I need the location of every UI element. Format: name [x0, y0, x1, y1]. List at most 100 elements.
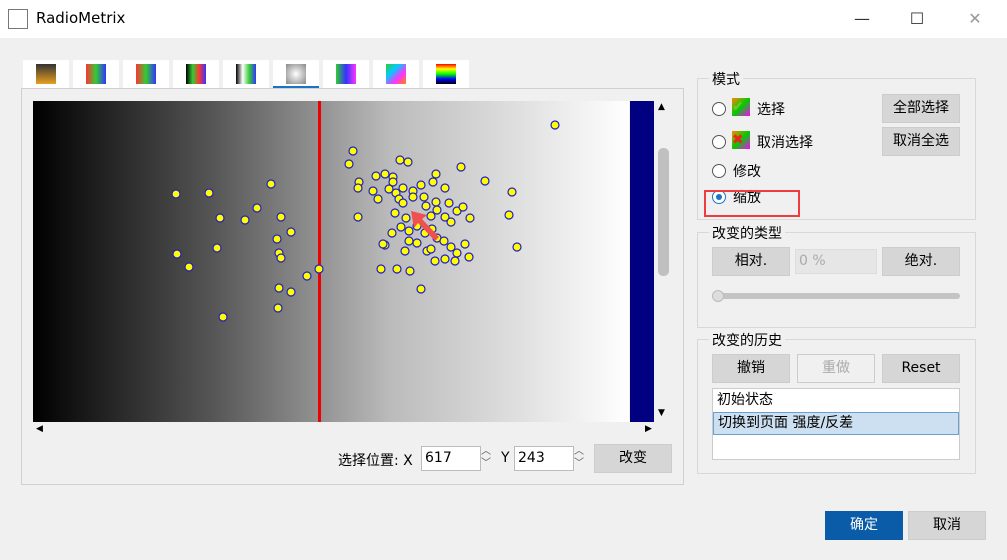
tab-spectrum[interactable]: [423, 60, 469, 88]
relative-button[interactable]: 相对.: [712, 247, 790, 276]
deselect-all-button[interactable]: 取消全选: [882, 127, 960, 156]
marker-point[interactable]: [405, 266, 415, 276]
x-spinner[interactable]: ︿ ﹀: [481, 446, 491, 470]
ok-button[interactable]: 确定: [825, 511, 903, 540]
marker-point[interactable]: [456, 162, 466, 172]
marker-point[interactable]: [387, 228, 397, 238]
marker-point[interactable]: [440, 183, 450, 193]
scroll-up-icon[interactable]: ▲: [658, 102, 665, 112]
marker-point[interactable]: [465, 213, 475, 223]
marker-point[interactable]: [419, 192, 429, 202]
marker-point[interactable]: [240, 215, 250, 225]
marker-point[interactable]: [204, 188, 214, 198]
marker-point[interactable]: [184, 262, 194, 272]
marker-point[interactable]: [348, 146, 358, 156]
select-radio[interactable]: [712, 102, 726, 116]
marker-point[interactable]: [450, 256, 460, 266]
close-button[interactable]: ✕: [955, 6, 995, 32]
tab-texture[interactable]: [273, 60, 319, 88]
marker-point[interactable]: [272, 234, 282, 244]
marker-point[interactable]: [408, 192, 418, 202]
marker-point[interactable]: [371, 171, 381, 181]
reset-button[interactable]: Reset: [882, 354, 960, 383]
y-input[interactable]: 243: [514, 446, 574, 471]
marker-point[interactable]: [368, 186, 378, 196]
select-all-button[interactable]: 全部选择: [882, 94, 960, 123]
marker-point[interactable]: [440, 254, 450, 264]
deselect-radio[interactable]: [712, 135, 726, 149]
marker-point[interactable]: [403, 157, 413, 167]
marker-point[interactable]: [395, 155, 405, 165]
marker-point[interactable]: [266, 179, 276, 189]
marker-point[interactable]: [302, 271, 312, 281]
marker-point[interactable]: [452, 248, 462, 258]
percent-input[interactable]: 0 %: [795, 249, 877, 274]
marker-point[interactable]: [376, 264, 386, 274]
marker-point[interactable]: [172, 249, 182, 259]
tab-cassette[interactable]: [23, 60, 69, 88]
history-item-selected[interactable]: 切换到页面 强度/反差: [713, 412, 959, 435]
marker-point[interactable]: [464, 252, 474, 262]
marker-point[interactable]: [507, 187, 517, 197]
marker-point[interactable]: [390, 208, 400, 218]
modify-radio[interactable]: [712, 164, 726, 178]
history-item[interactable]: 初始状态: [713, 389, 959, 412]
marker-point[interactable]: [426, 244, 436, 254]
marker-point[interactable]: [353, 183, 363, 193]
marker-point[interactable]: [398, 183, 408, 193]
tab-rgb-gear[interactable]: [73, 60, 119, 88]
marker-point[interactable]: [353, 212, 363, 222]
tab-gray-hand[interactable]: [223, 60, 269, 88]
change-slider[interactable]: [712, 293, 960, 299]
scroll-down-icon[interactable]: ▼: [658, 408, 665, 418]
marker-point[interactable]: [273, 303, 283, 313]
marker-point[interactable]: [446, 217, 456, 227]
marker-point[interactable]: [314, 264, 324, 274]
redo-button[interactable]: 重做: [797, 354, 875, 383]
marker-point[interactable]: [416, 180, 426, 190]
scroll-left-icon[interactable]: ◀: [36, 424, 43, 434]
change-button[interactable]: 改变: [594, 444, 672, 473]
marker-point[interactable]: [274, 283, 284, 293]
cancel-button[interactable]: 取消: [908, 511, 986, 540]
marker-point[interactable]: [212, 243, 222, 253]
marker-point[interactable]: [344, 159, 354, 169]
tab-color-bars[interactable]: [323, 60, 369, 88]
marker-point[interactable]: [252, 203, 262, 213]
marker-point[interactable]: [378, 239, 388, 249]
y-spinner[interactable]: ︿ ﹀: [574, 446, 584, 470]
maximize-button[interactable]: ☐: [897, 6, 937, 32]
marker-point[interactable]: [430, 256, 440, 266]
x-input[interactable]: 617: [421, 446, 481, 471]
marker-point[interactable]: [276, 212, 286, 222]
vertical-scroll-thumb[interactable]: [658, 148, 669, 276]
marker-point[interactable]: [431, 169, 441, 179]
marker-point[interactable]: [460, 239, 470, 249]
marker-point[interactable]: [396, 222, 406, 232]
marker-point[interactable]: [504, 210, 514, 220]
horizontal-scrollbar[interactable]: [33, 423, 655, 437]
marker-point[interactable]: [215, 213, 225, 223]
marker-point[interactable]: [400, 246, 410, 256]
slider-handle[interactable]: [712, 290, 724, 302]
marker-point[interactable]: [380, 169, 390, 179]
minimize-button[interactable]: —: [842, 6, 882, 32]
scroll-right-icon[interactable]: ▶: [645, 424, 652, 434]
marker-point[interactable]: [286, 227, 296, 237]
marker-point[interactable]: [458, 202, 468, 212]
absolute-button[interactable]: 绝对.: [882, 247, 960, 276]
marker-point[interactable]: [171, 189, 181, 199]
tab-rgb-hand[interactable]: [123, 60, 169, 88]
marker-point[interactable]: [550, 120, 560, 130]
marker-point[interactable]: [373, 194, 383, 204]
tab-gray-gear[interactable]: [173, 60, 219, 88]
marker-point[interactable]: [512, 242, 522, 252]
marker-point[interactable]: [276, 253, 286, 263]
undo-button[interactable]: 撤销: [712, 354, 790, 383]
tab-color-square[interactable]: [373, 60, 419, 88]
marker-point[interactable]: [286, 287, 296, 297]
marker-point[interactable]: [416, 284, 426, 294]
marker-point[interactable]: [392, 264, 402, 274]
marker-point[interactable]: [428, 177, 438, 187]
marker-point[interactable]: [480, 176, 490, 186]
